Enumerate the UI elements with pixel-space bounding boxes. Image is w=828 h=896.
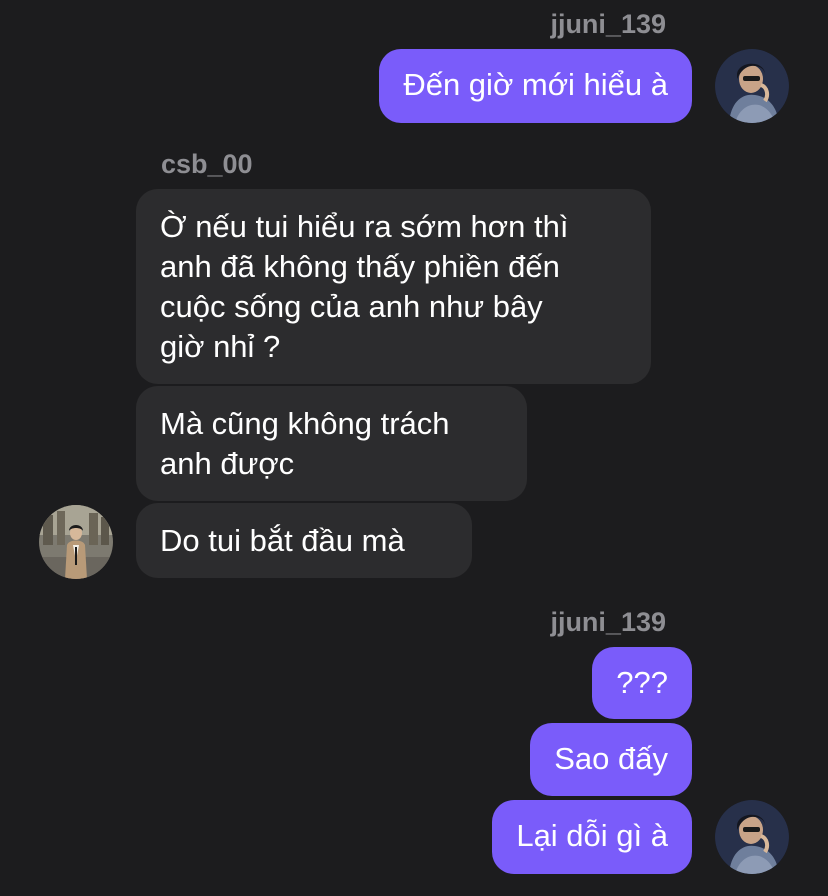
sender-name: csb_00 <box>161 149 253 179</box>
outgoing-message[interactable]: Đến giờ mới hiểu à <box>379 49 692 123</box>
user-avatar-icon <box>715 800 789 874</box>
sender-name: jjuni_139 <box>550 9 666 39</box>
sender-name: jjuni_139 <box>550 607 666 637</box>
avatar[interactable] <box>715 800 789 874</box>
incoming-message[interactable]: Do tui bắt đầu mà <box>136 503 472 578</box>
chat-thread: jjuni_139 Đến giờ mới hiểu à csb_00 Ờ nế… <box>0 0 828 896</box>
avatar[interactable] <box>39 505 113 579</box>
user-avatar-icon <box>715 49 789 123</box>
outgoing-message[interactable]: Lại dỗi gì à <box>492 800 692 874</box>
avatar[interactable] <box>715 49 789 123</box>
incoming-message[interactable]: Mà cũng không trách anh được <box>136 386 527 501</box>
outgoing-message[interactable]: ??? <box>592 647 692 719</box>
incoming-message[interactable]: Ờ nếu tui hiểu ra sớm hơn thì anh đã khô… <box>136 189 651 384</box>
user-avatar-icon <box>39 505 113 579</box>
outgoing-message[interactable]: Sao đấy <box>530 723 692 796</box>
